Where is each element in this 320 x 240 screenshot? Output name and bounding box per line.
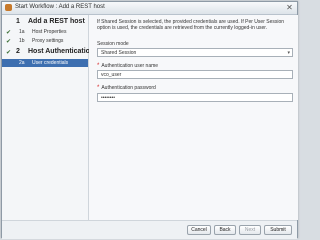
cancel-button[interactable]: Cancel	[187, 225, 211, 235]
workflow-icon	[5, 4, 12, 11]
form-panel: If Shared Session is selected, the provi…	[89, 15, 298, 220]
substep-number: 1b	[19, 38, 25, 44]
session-mode-value: Shared Session	[101, 50, 137, 56]
password-label: * Authentication password	[97, 85, 156, 91]
step-title: Host Authentication	[28, 48, 95, 55]
substep-number: 2a	[19, 60, 25, 66]
title-bar: Start Workflow : Add a REST host ✕	[2, 2, 297, 15]
substep-title: Proxy settings	[32, 38, 64, 44]
steps-panel: 1 Add a REST host ✔ 1a Host Properties ✔…	[2, 15, 94, 220]
check-icon: ✔	[6, 39, 12, 45]
chevron-down-icon: ▾	[287, 50, 290, 56]
session-mode-label: Session mode	[97, 41, 129, 47]
dialog-footer: Cancel Back Next Submit	[2, 220, 297, 239]
workflow-dialog: Start Workflow : Add a REST host ✕ 1 Add…	[1, 1, 298, 239]
next-button[interactable]: Next	[239, 225, 261, 235]
back-button[interactable]: Back	[214, 225, 236, 235]
substep-number: 1a	[19, 29, 25, 35]
step-title: Add a REST host	[28, 18, 85, 25]
username-label: * Authentication user name	[97, 63, 159, 69]
substep-2a[interactable]: 2a User credentials	[2, 59, 88, 67]
substep-title: User credentials	[32, 60, 69, 66]
session-mode-select[interactable]: Shared Session ▾	[97, 48, 293, 57]
info-text: If Shared Session is selected, the provi…	[97, 19, 285, 31]
step-number: 2	[16, 48, 20, 55]
window-title: Start Workflow : Add a REST host	[15, 4, 105, 10]
username-field[interactable]: vco_user	[97, 70, 293, 79]
step-number: 1	[16, 18, 20, 25]
submit-button[interactable]: Submit	[264, 225, 292, 235]
check-icon: ✔	[6, 30, 12, 36]
substep-title: Host Properties	[32, 29, 67, 35]
password-field[interactable]: ••••••••	[97, 93, 293, 102]
check-icon: ✔	[6, 50, 12, 56]
required-marker: *	[97, 63, 100, 69]
close-icon[interactable]: ✕	[285, 3, 294, 12]
required-marker: *	[97, 85, 100, 91]
